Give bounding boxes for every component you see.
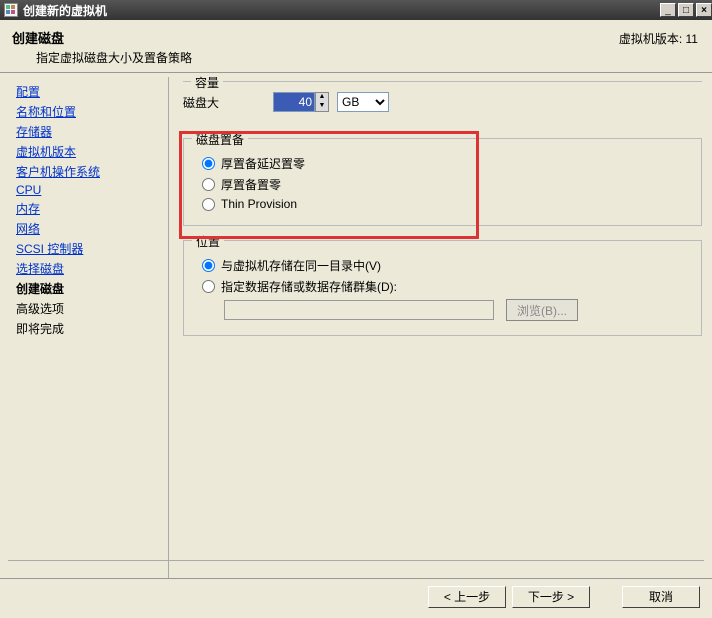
- browse-button: 浏览(B)...: [506, 299, 578, 321]
- disk-size-label: 磁盘大: [183, 94, 273, 111]
- next-button[interactable]: 下一步 >: [512, 586, 590, 608]
- maximize-button[interactable]: □: [678, 3, 694, 17]
- wizard-footer: < 上一步 下一步 > 取消: [0, 578, 712, 614]
- titlebar: 创建新的虚拟机 _ □ ×: [0, 0, 712, 20]
- app-icon: [4, 3, 18, 17]
- step-advanced: 高级选项: [16, 300, 162, 317]
- page-title: 创建磁盘: [12, 28, 619, 47]
- location-legend: 位置: [192, 233, 224, 250]
- radio-thick-eager-label: 厚置备置零: [221, 176, 281, 193]
- step-ready: 即将完成: [16, 320, 162, 337]
- footer-divider: [8, 560, 704, 561]
- radio-thin-label: Thin Provision: [221, 197, 297, 211]
- wizard-header: 创建磁盘 指定虚拟磁盘大小及置备策略 虚拟机版本: 11: [0, 20, 712, 73]
- step-guest-os[interactable]: 客户机操作系统: [16, 163, 162, 180]
- step-name-location[interactable]: 名称和位置: [16, 103, 162, 120]
- radio-thick-eager[interactable]: [202, 178, 215, 191]
- step-cpu[interactable]: CPU: [16, 183, 162, 197]
- step-storage[interactable]: 存储器: [16, 123, 162, 140]
- radio-specify-ds-label: 指定数据存储或数据存储群集(D):: [221, 278, 397, 295]
- radio-same-dir-label: 与虚拟机存储在同一目录中(V): [221, 257, 381, 274]
- step-select-disk[interactable]: 选择磁盘: [16, 260, 162, 277]
- radio-thin[interactable]: [202, 198, 215, 211]
- steps-sidebar: 配置 名称和位置 存储器 虚拟机版本 客户机操作系统 CPU 内存 网络 SCS…: [0, 73, 168, 618]
- provisioning-legend: 磁盘置备: [192, 131, 248, 148]
- capacity-legend: 容量: [191, 74, 223, 91]
- cancel-button[interactable]: 取消: [622, 586, 700, 608]
- back-button[interactable]: < 上一步: [428, 586, 506, 608]
- capacity-group: 容量 磁盘大 ▲▼ GB: [183, 81, 702, 124]
- step-create-disk: 创建磁盘: [16, 280, 162, 297]
- content-panel: 容量 磁盘大 ▲▼ GB 磁盘置备 厚置备延迟置零 厚置备置零: [169, 73, 712, 618]
- disk-size-spinner[interactable]: ▲▼: [315, 92, 329, 112]
- provisioning-group: 磁盘置备 厚置备延迟置零 厚置备置零 Thin Provision: [183, 138, 702, 226]
- step-network[interactable]: 网络: [16, 220, 162, 237]
- disk-size-unit[interactable]: GB: [337, 92, 389, 112]
- page-subtitle: 指定虚拟磁盘大小及置备策略: [36, 49, 619, 66]
- step-memory[interactable]: 内存: [16, 200, 162, 217]
- radio-thick-lazy[interactable]: [202, 157, 215, 170]
- step-config[interactable]: 配置: [16, 83, 162, 100]
- window-title: 创建新的虚拟机: [23, 2, 658, 19]
- location-group: 位置 与虚拟机存储在同一目录中(V) 指定数据存储或数据存储群集(D): 浏览(…: [183, 240, 702, 336]
- step-scsi[interactable]: SCSI 控制器: [16, 240, 162, 257]
- step-vm-version[interactable]: 虚拟机版本: [16, 143, 162, 160]
- radio-thick-lazy-label: 厚置备延迟置零: [221, 155, 305, 172]
- disk-size-input[interactable]: [273, 92, 315, 112]
- datastore-path-input: [224, 300, 494, 320]
- minimize-button[interactable]: _: [660, 3, 676, 17]
- radio-specify-ds[interactable]: [202, 280, 215, 293]
- close-button[interactable]: ×: [696, 3, 712, 17]
- radio-same-dir[interactable]: [202, 259, 215, 272]
- vm-version-label: 虚拟机版本: 11: [619, 30, 698, 47]
